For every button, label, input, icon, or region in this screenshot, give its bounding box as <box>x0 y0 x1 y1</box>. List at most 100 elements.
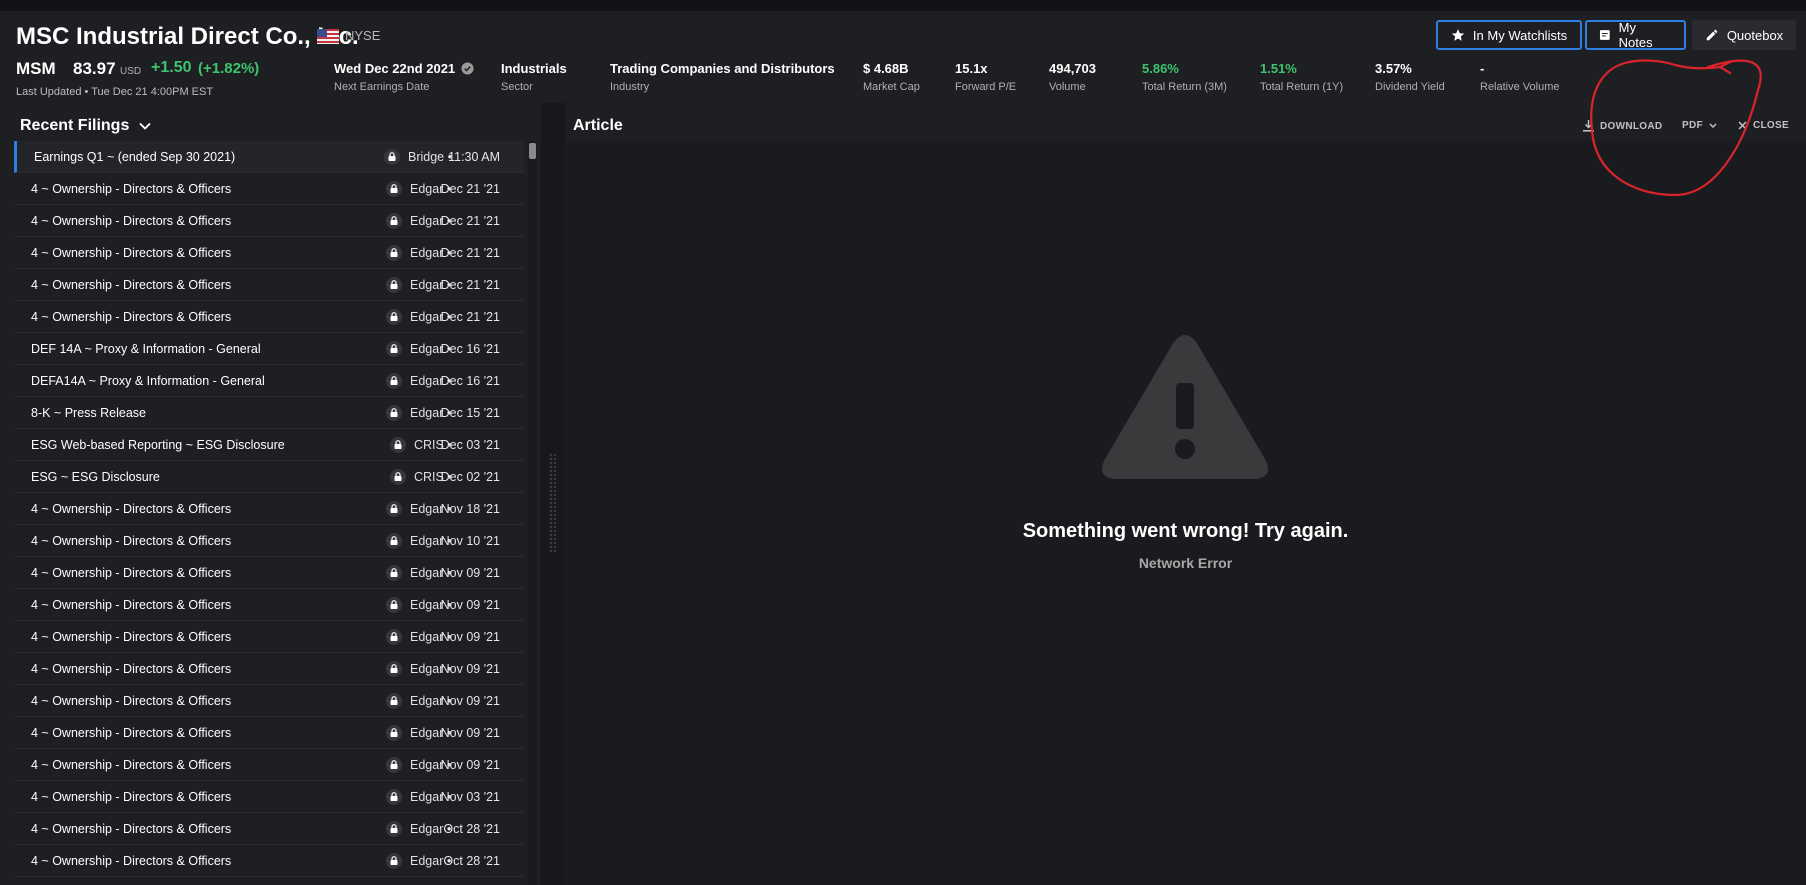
filing-title: 4 ~ Ownership - Directors & Officers <box>31 821 232 836</box>
chevron-down-icon <box>1709 122 1717 128</box>
last-updated: Last Updated • Tue Dec 21 4:00PM EST <box>16 86 214 98</box>
filing-title: 4 ~ Ownership - Directors & Officers <box>31 757 232 772</box>
recent-filings-dropdown[interactable]: Recent Filings <box>20 117 151 135</box>
filing-row[interactable]: 4 ~ Ownership - Directors & Officers Edga… <box>14 269 524 301</box>
filing-date: Nov 18 '21 <box>440 501 500 516</box>
filing-row[interactable]: 4 ~ Ownership - Directors & Officers Edga… <box>14 205 524 237</box>
quote-header: MSC Industrial Direct Co., Inc. NYSE In … <box>0 11 1806 103</box>
download-button[interactable]: DOWNLOAD <box>1583 120 1662 132</box>
scrollbar-track[interactable] <box>528 141 537 885</box>
notes-button[interactable]: My Notes <box>1585 20 1686 50</box>
stat-label: Dividend Yield <box>1375 81 1445 93</box>
stat-label: Next Earnings Date <box>334 81 430 93</box>
watchlists-button[interactable]: In My Watchlists <box>1436 20 1582 50</box>
lock-icon <box>386 340 402 357</box>
filing-date: Dec 16 '21 <box>440 341 500 356</box>
download-label: DOWNLOAD <box>1600 120 1663 132</box>
stat-value: Wed Dec 22nd 2021 <box>334 61 456 76</box>
filing-title: 4 ~ Ownership - Directors & Officers <box>31 245 232 260</box>
filings-list: Earnings Q1 ~ (ended Sep 30 2021) Bridge … <box>14 141 524 877</box>
filing-date: Dec 15 '21 <box>440 405 500 420</box>
stat-dividend-yield: 3.57% Dividend Yield <box>1375 61 1445 93</box>
price-change: +1.50 <box>151 59 192 76</box>
check-circle-icon <box>461 62 474 75</box>
filing-title: DEFA14A ~ Proxy & Information - General <box>31 373 265 388</box>
filing-row[interactable]: 4 ~ Ownership - Directors & Officers Edga… <box>14 621 524 653</box>
filing-title: 4 ~ Ownership - Directors & Officers <box>31 629 232 644</box>
filing-row[interactable]: 4 ~ Ownership - Directors & Officers Edga… <box>14 781 524 813</box>
filing-title: 4 ~ Ownership - Directors & Officers <box>31 661 232 676</box>
filing-row[interactable]: 4 ~ Ownership - Directors & Officers Edga… <box>14 717 524 749</box>
filing-title: 4 ~ Ownership - Directors & Officers <box>31 853 232 868</box>
stat-value: 1.51% <box>1260 61 1297 76</box>
lock-icon <box>386 212 402 229</box>
filing-date: Nov 03 '21 <box>440 789 500 804</box>
stat-value: 5.86% <box>1142 61 1179 76</box>
note-icon <box>1599 30 1610 40</box>
download-icon <box>1583 120 1594 132</box>
stat-total-return-1y: 1.51% Total Return (1Y) <box>1260 61 1343 93</box>
filing-row[interactable]: 4 ~ Ownership - Directors & Officers Edga… <box>14 557 524 589</box>
format-label: PDF <box>1682 120 1703 131</box>
filing-title: 4 ~ Ownership - Directors & Officers <box>31 597 232 612</box>
filing-row[interactable]: 4 ~ Ownership - Directors & Officers Edga… <box>14 301 524 333</box>
filing-date: Nov 09 '21 <box>440 757 500 772</box>
filing-row[interactable]: 4 ~ Ownership - Directors & Officers Edga… <box>14 845 524 877</box>
stat-label: Sector <box>501 81 533 93</box>
stat-label: Relative Volume <box>1480 81 1560 93</box>
filing-row[interactable]: 4 ~ Ownership - Directors & Officers Edga… <box>14 653 524 685</box>
filing-title: 4 ~ Ownership - Directors & Officers <box>31 181 232 196</box>
filing-date: Nov 09 '21 <box>440 597 500 612</box>
filing-title: 4 ~ Ownership - Directors & Officers <box>31 789 232 804</box>
filing-title: ESG Web-based Reporting ~ ESG Disclosure <box>31 437 285 452</box>
stat-value: $ 4.68B <box>863 61 909 76</box>
stat-next-earnings: Wed Dec 22nd 2021 Next Earnings Date <box>334 61 474 93</box>
filing-title: 4 ~ Ownership - Directors & Officers <box>31 309 232 324</box>
lock-icon <box>386 756 402 773</box>
article-panel: Article DOWNLOAD PDF CLOSE Something wen… <box>565 103 1806 885</box>
top-strip <box>0 0 1806 11</box>
article-header: Article DOWNLOAD PDF CLOSE <box>565 103 1806 141</box>
watchlists-button-label: In My Watchlists <box>1472 27 1568 43</box>
filing-row[interactable]: DEFA14A ~ Proxy & Information - General E… <box>14 365 524 397</box>
filing-row[interactable]: 4 ~ Ownership - Directors & Officers Edga… <box>14 173 524 205</box>
filing-date: Dec 21 '21 <box>440 277 500 292</box>
close-button[interactable]: CLOSE <box>1738 120 1789 131</box>
filing-row[interactable]: 4 ~ Ownership - Directors & Officers Edga… <box>14 589 524 621</box>
stat-value: Trading Companies and Distributors <box>610 61 835 76</box>
filing-row[interactable]: 4 ~ Ownership - Directors & Officers Edga… <box>14 749 524 781</box>
filing-row[interactable]: 8-K ~ Press Release Edgar • Dec 15 '21 <box>14 397 524 429</box>
quotebox-button[interactable]: Quotebox <box>1692 20 1796 50</box>
panel-splitter[interactable] <box>541 103 565 885</box>
filing-row[interactable]: 4 ~ Ownership - Directors & Officers Edga… <box>14 237 524 269</box>
filing-row[interactable]: ESG Web-based Reporting ~ ESG Disclosure… <box>14 429 524 461</box>
stat-industry: Trading Companies and Distributors Indus… <box>610 61 835 93</box>
filing-row[interactable]: ESG ~ ESG Disclosure CRIS • Dec 02 '21 <box>14 461 524 493</box>
lock-icon <box>386 788 402 805</box>
stat-label: Volume <box>1049 81 1086 93</box>
stat-volume: 494,703 Volume <box>1049 61 1096 93</box>
filing-row[interactable]: 4 ~ Ownership - Directors & Officers Edga… <box>14 493 524 525</box>
filing-title: 4 ~ Ownership - Directors & Officers <box>31 213 232 228</box>
filing-date: 11:30 AM <box>448 149 500 164</box>
filing-row[interactable]: 4 ~ Ownership - Directors & Officers Edga… <box>14 813 524 845</box>
filing-date: Oct 28 '21 <box>443 821 500 836</box>
recent-filings-title: Recent Filings <box>20 117 130 134</box>
scrollbar-thumb[interactable] <box>529 143 536 159</box>
stat-relative-volume: - Relative Volume <box>1480 61 1560 93</box>
stat-market-cap: $ 4.68B Market Cap <box>863 61 920 93</box>
lock-icon <box>386 724 402 741</box>
stat-forward-pe: 15.1x Forward P/E <box>955 61 1016 93</box>
filing-row[interactable]: 4 ~ Ownership - Directors & Officers Edga… <box>14 525 524 557</box>
filing-row[interactable]: Earnings Q1 ~ (ended Sep 30 2021) Bridge … <box>14 141 524 173</box>
us-flag-icon <box>317 29 339 44</box>
filing-row[interactable]: 4 ~ Ownership - Directors & Officers Edga… <box>14 685 524 717</box>
filing-title: DEF 14A ~ Proxy & Information - General <box>31 341 261 356</box>
filing-row[interactable]: DEF 14A ~ Proxy & Information - General E… <box>14 333 524 365</box>
filing-date: Nov 09 '21 <box>440 693 500 708</box>
lock-icon <box>386 628 402 645</box>
lock-icon <box>386 564 402 581</box>
stat-label: Total Return (1Y) <box>1260 81 1344 93</box>
format-select[interactable]: PDF <box>1682 120 1717 131</box>
drag-handle-icon[interactable] <box>549 453 557 553</box>
